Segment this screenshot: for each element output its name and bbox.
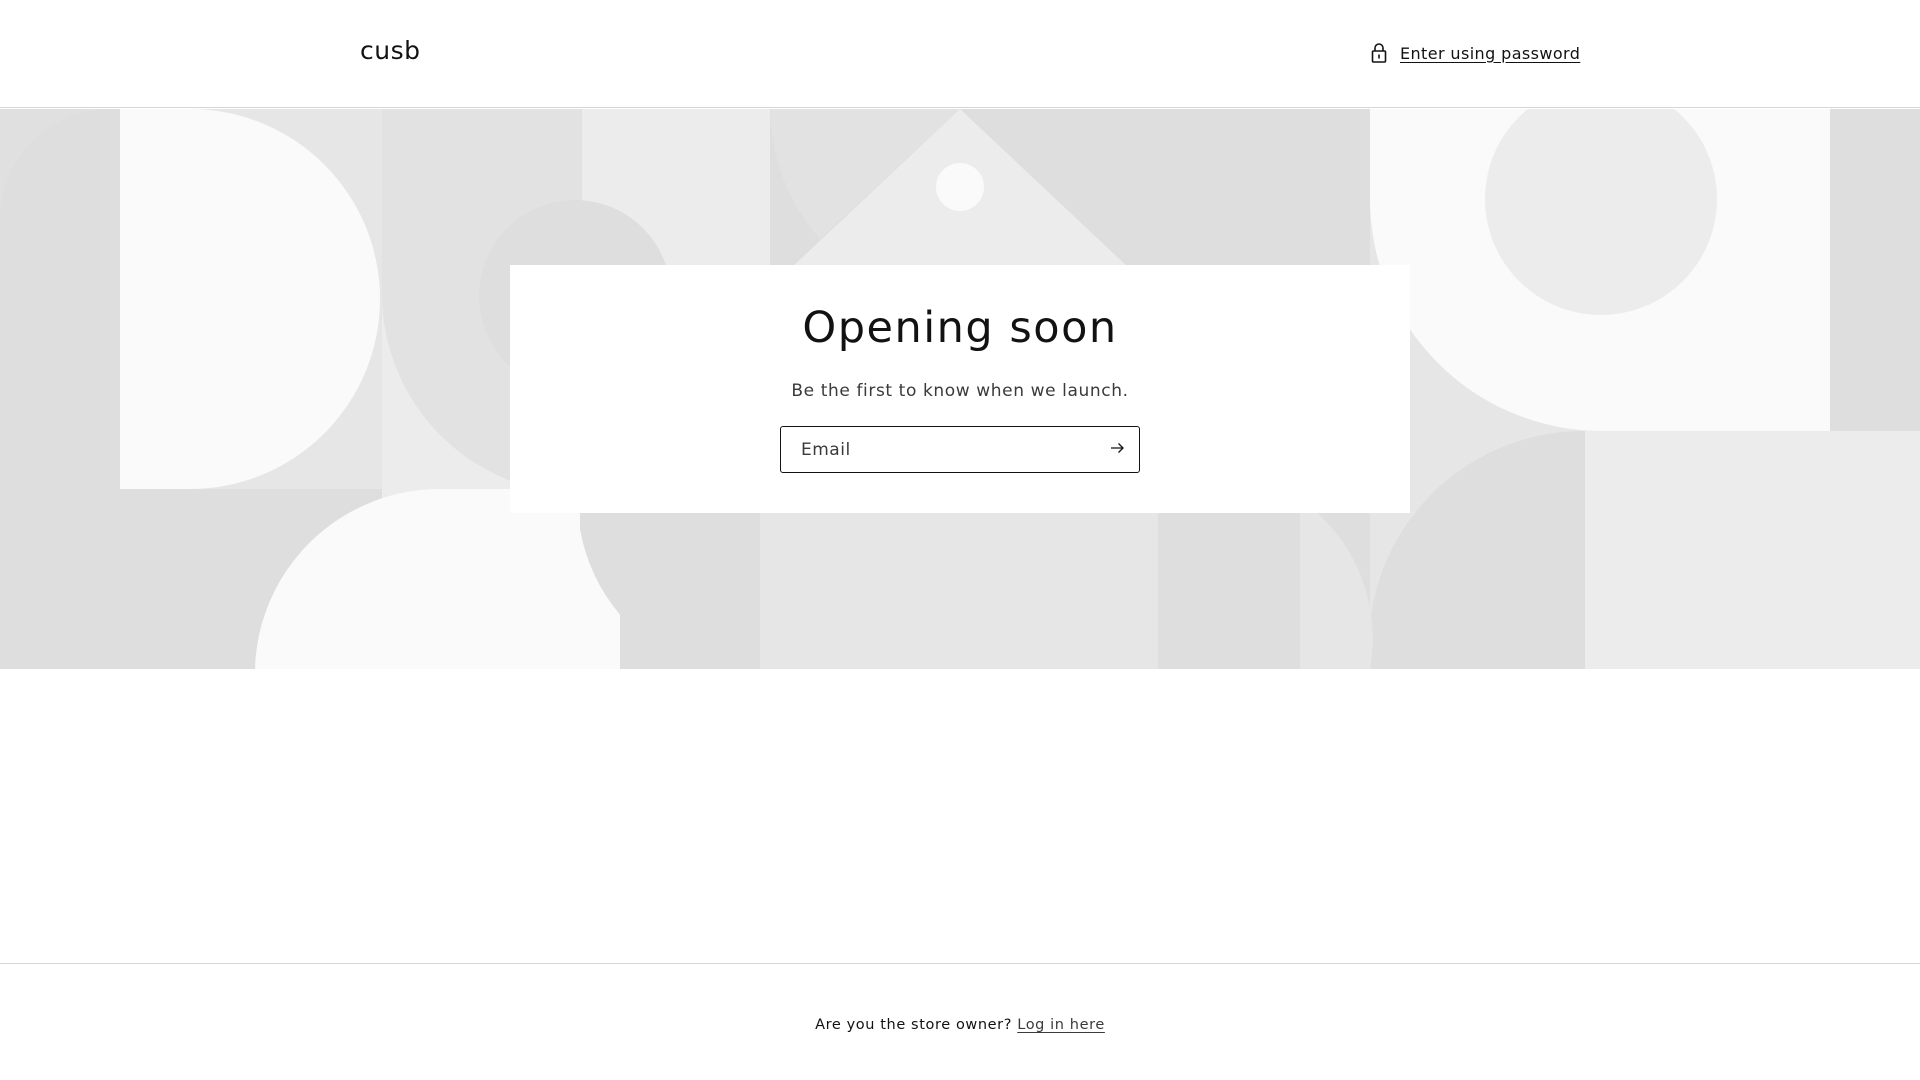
- store-owner-prompt: Are you the store owner? Log in here: [0, 1017, 1920, 1033]
- store-name[interactable]: cusb: [360, 36, 420, 65]
- subscribe-button[interactable]: [1095, 427, 1139, 472]
- enter-password-label[interactable]: Enter using password: [1400, 44, 1580, 63]
- login-link[interactable]: Log in here: [1017, 1017, 1105, 1033]
- arrow-right-icon: [1110, 442, 1125, 457]
- store-owner-question: Are you the store owner?: [815, 1017, 1013, 1033]
- email-field[interactable]: [780, 426, 1140, 473]
- newsletter-card: Opening soon Be the first to know when w…: [510, 265, 1410, 513]
- newsletter-subtitle: Be the first to know when we launch.: [791, 381, 1129, 401]
- site-header: cusb Enter using password: [0, 0, 1920, 108]
- email-input[interactable]: [781, 427, 1095, 472]
- enter-password-link[interactable]: Enter using password: [1370, 40, 1580, 66]
- page-title: Opening soon: [802, 303, 1118, 353]
- lock-icon: [1370, 42, 1388, 64]
- footer-divider: [0, 963, 1920, 964]
